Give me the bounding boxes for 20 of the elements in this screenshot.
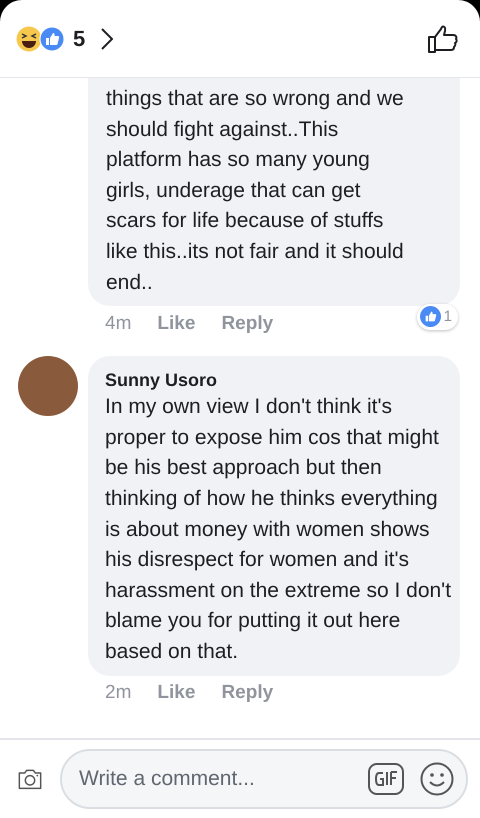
reply-link[interactable]: Reply xyxy=(221,679,274,708)
comment-input[interactable]: Write a comment... xyxy=(77,762,352,796)
reply-link[interactable]: Reply xyxy=(221,310,274,338)
like-reaction-icon xyxy=(420,306,441,328)
laughing-emoji-icon xyxy=(16,26,42,52)
reaction-count[interactable]: 5 xyxy=(73,22,86,55)
thumbs-up-icon[interactable] xyxy=(428,24,458,54)
like-link[interactable]: Like xyxy=(157,679,196,708)
chevron-right-icon[interactable] xyxy=(101,28,114,50)
like-reaction-icon xyxy=(39,26,65,52)
comment-time: 2m xyxy=(105,681,132,706)
reaction-count: 1 xyxy=(444,306,452,327)
comment-time: 4m xyxy=(105,312,132,336)
comment-author: Sunny Usoro xyxy=(105,369,218,392)
gif-icon[interactable] xyxy=(368,763,404,795)
comment-field[interactable]: Write a comment... xyxy=(60,749,468,809)
smiley-icon[interactable] xyxy=(420,762,454,796)
comment-text: things that are so wrong and we should fight against..This platform has so many young girls, underage that can get scars for life because of stuffs like this..its not fair and it should end.. xyxy=(106,86,405,296)
like-link[interactable]: Like xyxy=(157,310,196,338)
comment-text: In my own view I don't think it's proper to expose him cos that might be his best approach but then thinking of how he thinks everything is about money with women shows his disrespect for women and it's harassment on the extreme so I don't blame you for putting it out here based on that. xyxy=(105,394,452,665)
